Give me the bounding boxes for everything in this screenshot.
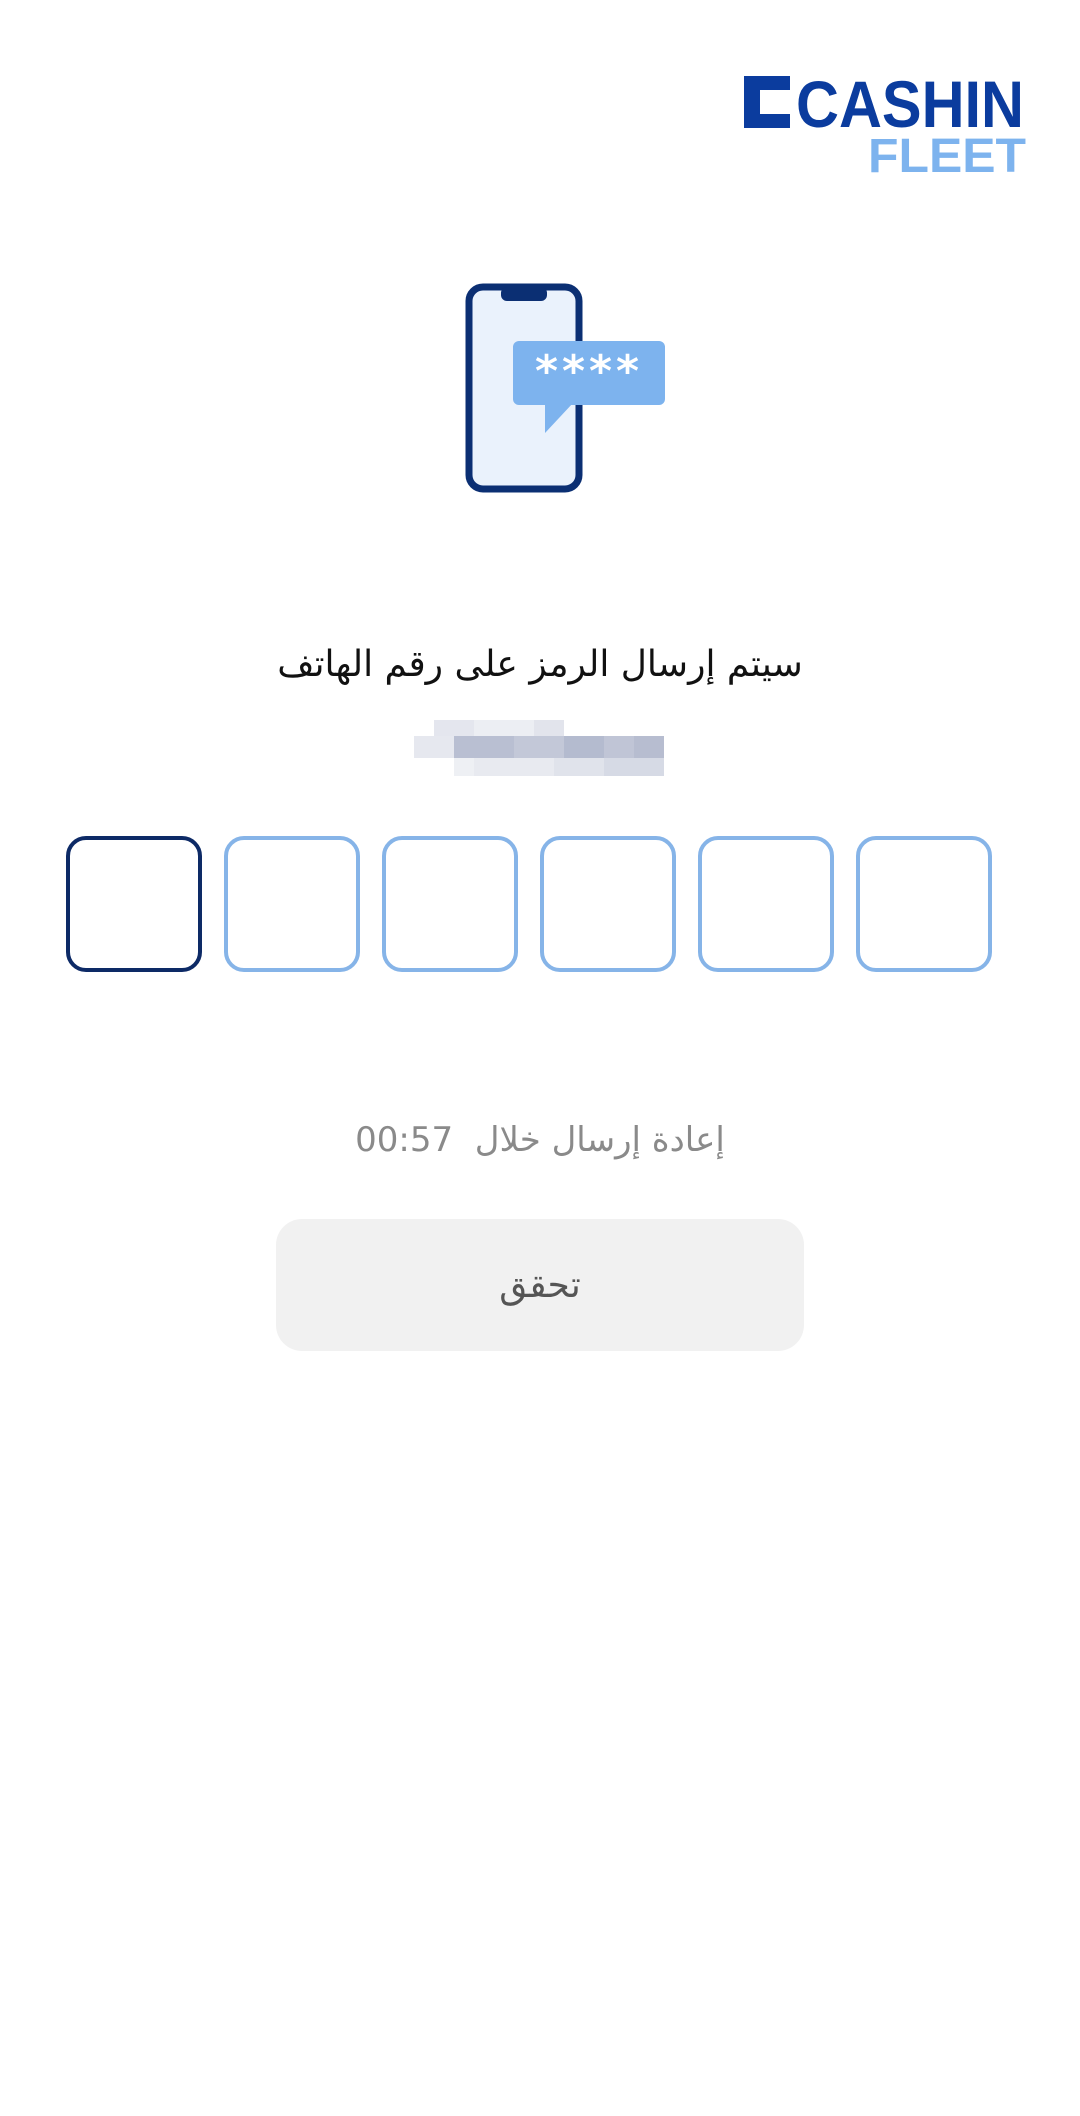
resend-timer: 00:57 (355, 1120, 454, 1160)
logo-line2: FLEET (868, 130, 1026, 175)
sms-code-mask: **** (535, 346, 643, 397)
phone-sms-code-icon: **** (465, 283, 670, 495)
otp-digit-4[interactable] (540, 836, 676, 972)
otp-digit-1[interactable] (66, 836, 202, 972)
resend-countdown: 00:57 إعادة إرسال خلال (0, 1116, 1080, 1164)
resend-label: إعادة إرسال خلال (474, 1120, 725, 1160)
otp-digit-3[interactable] (382, 836, 518, 972)
otp-digit-6[interactable] (856, 836, 992, 972)
otp-input-group (66, 836, 992, 972)
otp-digit-2[interactable] (224, 836, 360, 972)
cashin-fleet-logo: CASHIN FLEET (738, 70, 1028, 175)
phone-number-blurred (414, 720, 664, 776)
verify-button[interactable]: تحقق (276, 1219, 804, 1351)
otp-digit-5[interactable] (698, 836, 834, 972)
instruction-text: سيتم إرسال الرمز على رقم الهاتف (277, 644, 803, 685)
